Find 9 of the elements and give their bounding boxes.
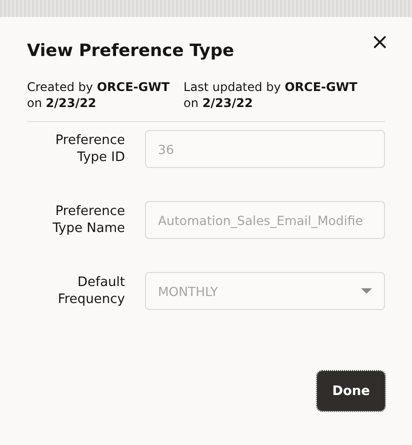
dialog-title: View Preference Type — [27, 40, 234, 63]
field-label: Preference Type ID — [54, 132, 125, 166]
field-label: Default Frequency — [56, 274, 125, 308]
close-button[interactable]: × — [368, 33, 391, 53]
field-label: Preference Type Name — [52, 203, 125, 237]
caret-icon — [361, 288, 372, 294]
done-button[interactable]: Done — [317, 371, 385, 411]
audit-text: Created by ORCE-GWT on 2/23/22 — [27, 79, 170, 111]
audit-text: Last updated by ORCE-GWT on 2/23/22 — [184, 79, 358, 111]
